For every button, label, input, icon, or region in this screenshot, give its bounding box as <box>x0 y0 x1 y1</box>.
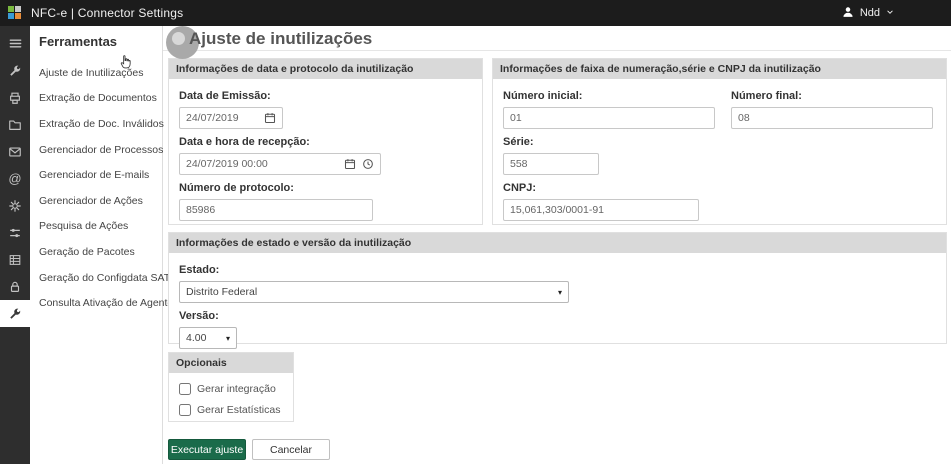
wrench-icon[interactable] <box>0 300 30 327</box>
sidebar-item-ajuste-de-inutilizacoes[interactable]: Ajuste de Inutilizações <box>39 60 158 86</box>
cancelar-button[interactable]: Cancelar <box>252 439 330 460</box>
numero-inicial-label: Número inicial: <box>503 90 731 102</box>
panel-data-protocolo: Informações de data e protocolo da inuti… <box>168 58 483 225</box>
caret-down-icon: ▾ <box>558 288 562 297</box>
serie-label: Série: <box>503 136 936 148</box>
calendar-icon[interactable] <box>344 158 356 170</box>
numero-final-label: Número final: <box>731 90 936 102</box>
protocolo-label: Número de protocolo: <box>179 182 472 194</box>
sidebar-item-gerenciador-de-processos[interactable]: Gerenciador de Processos <box>39 137 158 163</box>
data-recepcao-field[interactable] <box>179 153 381 175</box>
chevron-down-icon <box>885 7 895 20</box>
calendar-icon[interactable] <box>264 112 276 124</box>
numero-inicial-input[interactable] <box>503 107 715 129</box>
panel-data-header: Informações de data e protocolo da inuti… <box>169 59 482 79</box>
printer-icon[interactable] <box>0 84 30 111</box>
app-window: NFC-e | Connector Settings Ndd @ <box>0 0 951 464</box>
executar-ajuste-button[interactable]: Executar ajuste <box>168 439 246 460</box>
tools-icon[interactable] <box>0 57 30 84</box>
lock-icon[interactable] <box>0 273 30 300</box>
protocolo-input[interactable] <box>179 199 373 221</box>
gerar-estatisticas-option[interactable]: Gerar Estatísticas <box>179 404 283 416</box>
mail-icon[interactable] <box>0 138 30 165</box>
estado-select[interactable]: Distrito Federal ▾ <box>179 281 569 303</box>
estado-label: Estado: <box>179 264 936 276</box>
gear-icon[interactable] <box>0 192 30 219</box>
page-title: Ajuste de inutilizações <box>189 29 372 49</box>
sidebar-heading: Ferramentas <box>39 34 158 49</box>
versao-label: Versão: <box>179 310 936 322</box>
gerar-integracao-option[interactable]: Gerar integração <box>179 383 283 395</box>
app-logo-icon <box>8 6 22 20</box>
gerar-integracao-label: Gerar integração <box>197 383 276 395</box>
clock-icon[interactable] <box>362 158 374 170</box>
folder-icon[interactable] <box>0 111 30 138</box>
at-icon[interactable]: @ <box>0 165 30 192</box>
gerar-estatisticas-checkbox[interactable] <box>179 404 191 416</box>
numero-final-input[interactable] <box>731 107 933 129</box>
user-name: Ndd <box>860 7 880 19</box>
cnpj-label: CNPJ: <box>503 182 936 194</box>
user-menu[interactable]: Ndd <box>841 5 943 22</box>
app-title: NFC-e | Connector Settings <box>31 6 183 20</box>
versao-select[interactable]: 4.00 ▾ <box>179 327 237 349</box>
data-recepcao-input[interactable] <box>186 158 338 170</box>
sidebar-item-geracao-configdata-sat[interactable]: Geração do Configdata SAT <box>39 265 158 291</box>
gerar-integracao-checkbox[interactable] <box>179 383 191 395</box>
sidebar-item-geracao-de-pacotes[interactable]: Geração de Pacotes <box>39 239 158 265</box>
sidebar-item-consulta-ativacao-agente[interactable]: Consulta Ativação de Agente <box>39 290 158 316</box>
caret-down-icon: ▾ <box>226 334 230 343</box>
serie-input[interactable] <box>503 153 599 175</box>
sidebar-item-gerenciador-de-emails[interactable]: Gerenciador de E-mails <box>39 162 158 188</box>
sidebar-item-extracao-doc-invalidos[interactable]: Extração de Doc. Inválidos <box>39 111 158 137</box>
data-emissao-input[interactable] <box>186 112 258 124</box>
estado-selected-value: Distrito Federal <box>186 286 257 298</box>
data-emissao-label: Data de Emissão: <box>179 90 472 102</box>
sliders-icon[interactable] <box>0 219 30 246</box>
panel-faixa-header: Informações de faixa de numeração,série … <box>493 59 946 79</box>
panel-opcionais-header: Opcionais <box>169 353 293 373</box>
sidebar-item-extracao-de-documentos[interactable]: Extração de Documentos <box>39 86 158 112</box>
versao-selected-value: 4.00 <box>186 332 206 344</box>
panel-faixa-cnpj: Informações de faixa de numeração,série … <box>492 58 947 225</box>
cnpj-input[interactable] <box>503 199 699 221</box>
sidebar: Ferramentas Ajuste de Inutilizações Extr… <box>30 26 163 464</box>
data-recepcao-label: Data e hora de recepção: <box>179 136 472 148</box>
table-icon[interactable] <box>0 246 30 273</box>
gerar-estatisticas-label: Gerar Estatísticas <box>197 404 280 416</box>
panel-opcionais: Opcionais Gerar integração Gerar Estatís… <box>168 352 294 422</box>
menu-icon[interactable] <box>0 30 30 57</box>
panel-estado-header: Informações de estado e versão da inutil… <box>169 233 946 253</box>
icon-rail: @ <box>0 26 30 464</box>
panel-estado-versao: Informações de estado e versão da inutil… <box>168 232 947 344</box>
user-icon <box>841 5 855 22</box>
sidebar-item-gerenciador-de-acoes[interactable]: Gerenciador de Ações <box>39 188 158 214</box>
sidebar-item-pesquisa-de-acoes[interactable]: Pesquisa de Ações <box>39 214 158 240</box>
header-divider <box>163 50 951 51</box>
data-emissao-field[interactable] <box>179 107 283 129</box>
topbar: NFC-e | Connector Settings Ndd <box>0 0 951 26</box>
